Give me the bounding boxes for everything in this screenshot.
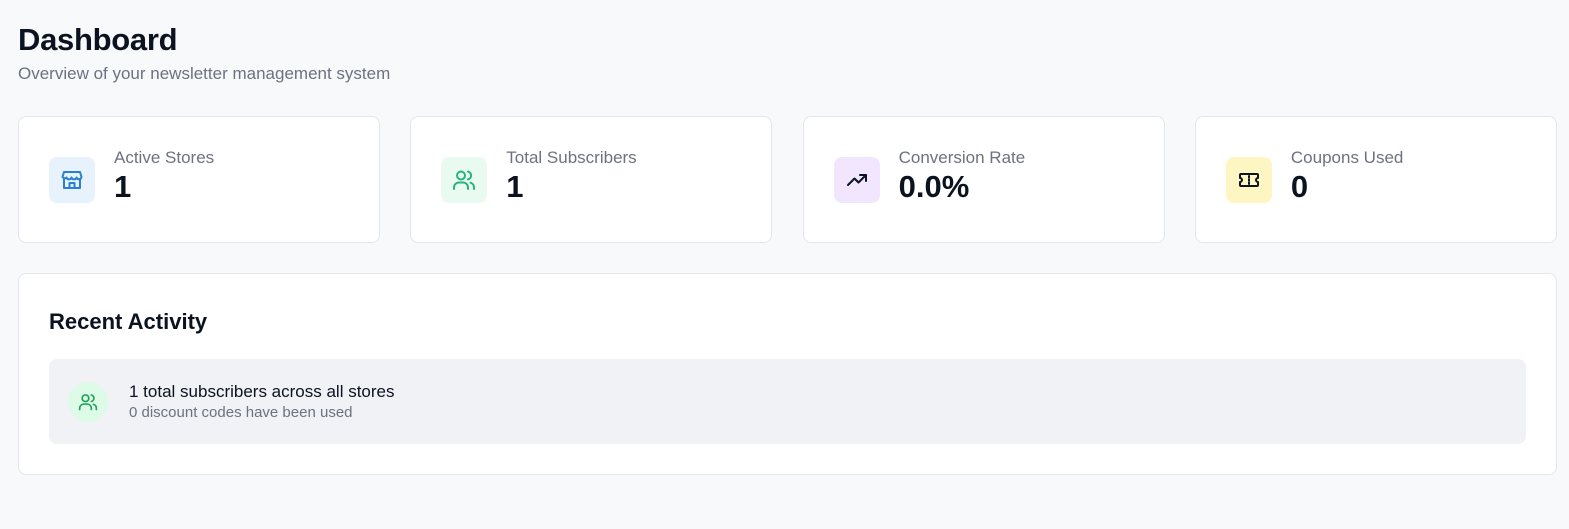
page-subtitle: Overview of your newsletter management s… [18, 64, 391, 83]
activity-item-title: 1 total subscribers across all stores [129, 381, 395, 401]
stat-card-total-subscribers: Total Subscribers 1 [410, 116, 773, 243]
stats-grid: Active Stores 1 Total Subscribers 1 Conv… [18, 116, 1557, 243]
stat-card-active-stores: Active Stores 1 [18, 116, 380, 243]
activity-item-subtitle: 0 discount codes have been used [129, 403, 353, 421]
store-icon [49, 156, 95, 203]
dashboard-page: Dashboard Overview of your newsletter ma… [0, 0, 1569, 529]
stat-value: 0.0% [898, 168, 970, 204]
users-icon [68, 381, 108, 422]
stat-card-coupons-used: Coupons Used 0 [1194, 116, 1557, 243]
stat-label: Coupons Used [1290, 147, 1404, 167]
stat-card-conversion-rate: Conversion Rate 0.0% [802, 116, 1165, 243]
ticket-icon [1225, 156, 1272, 203]
activity-item: 1 total subscribers across all stores 0 … [49, 359, 1526, 444]
stat-value: 1 [114, 168, 132, 204]
trending-up-icon [833, 156, 880, 203]
page-title: Dashboard [18, 22, 178, 57]
recent-activity-card: Recent Activity 1 total subscribers acro… [18, 273, 1557, 475]
stat-label: Total Subscribers [506, 147, 637, 167]
recent-activity-title: Recent Activity [49, 309, 208, 334]
users-icon [441, 156, 488, 203]
stat-label: Active Stores [114, 147, 215, 167]
stat-label: Conversion Rate [898, 147, 1026, 167]
stat-value: 0 [1290, 168, 1309, 204]
stat-value: 1 [506, 168, 524, 204]
